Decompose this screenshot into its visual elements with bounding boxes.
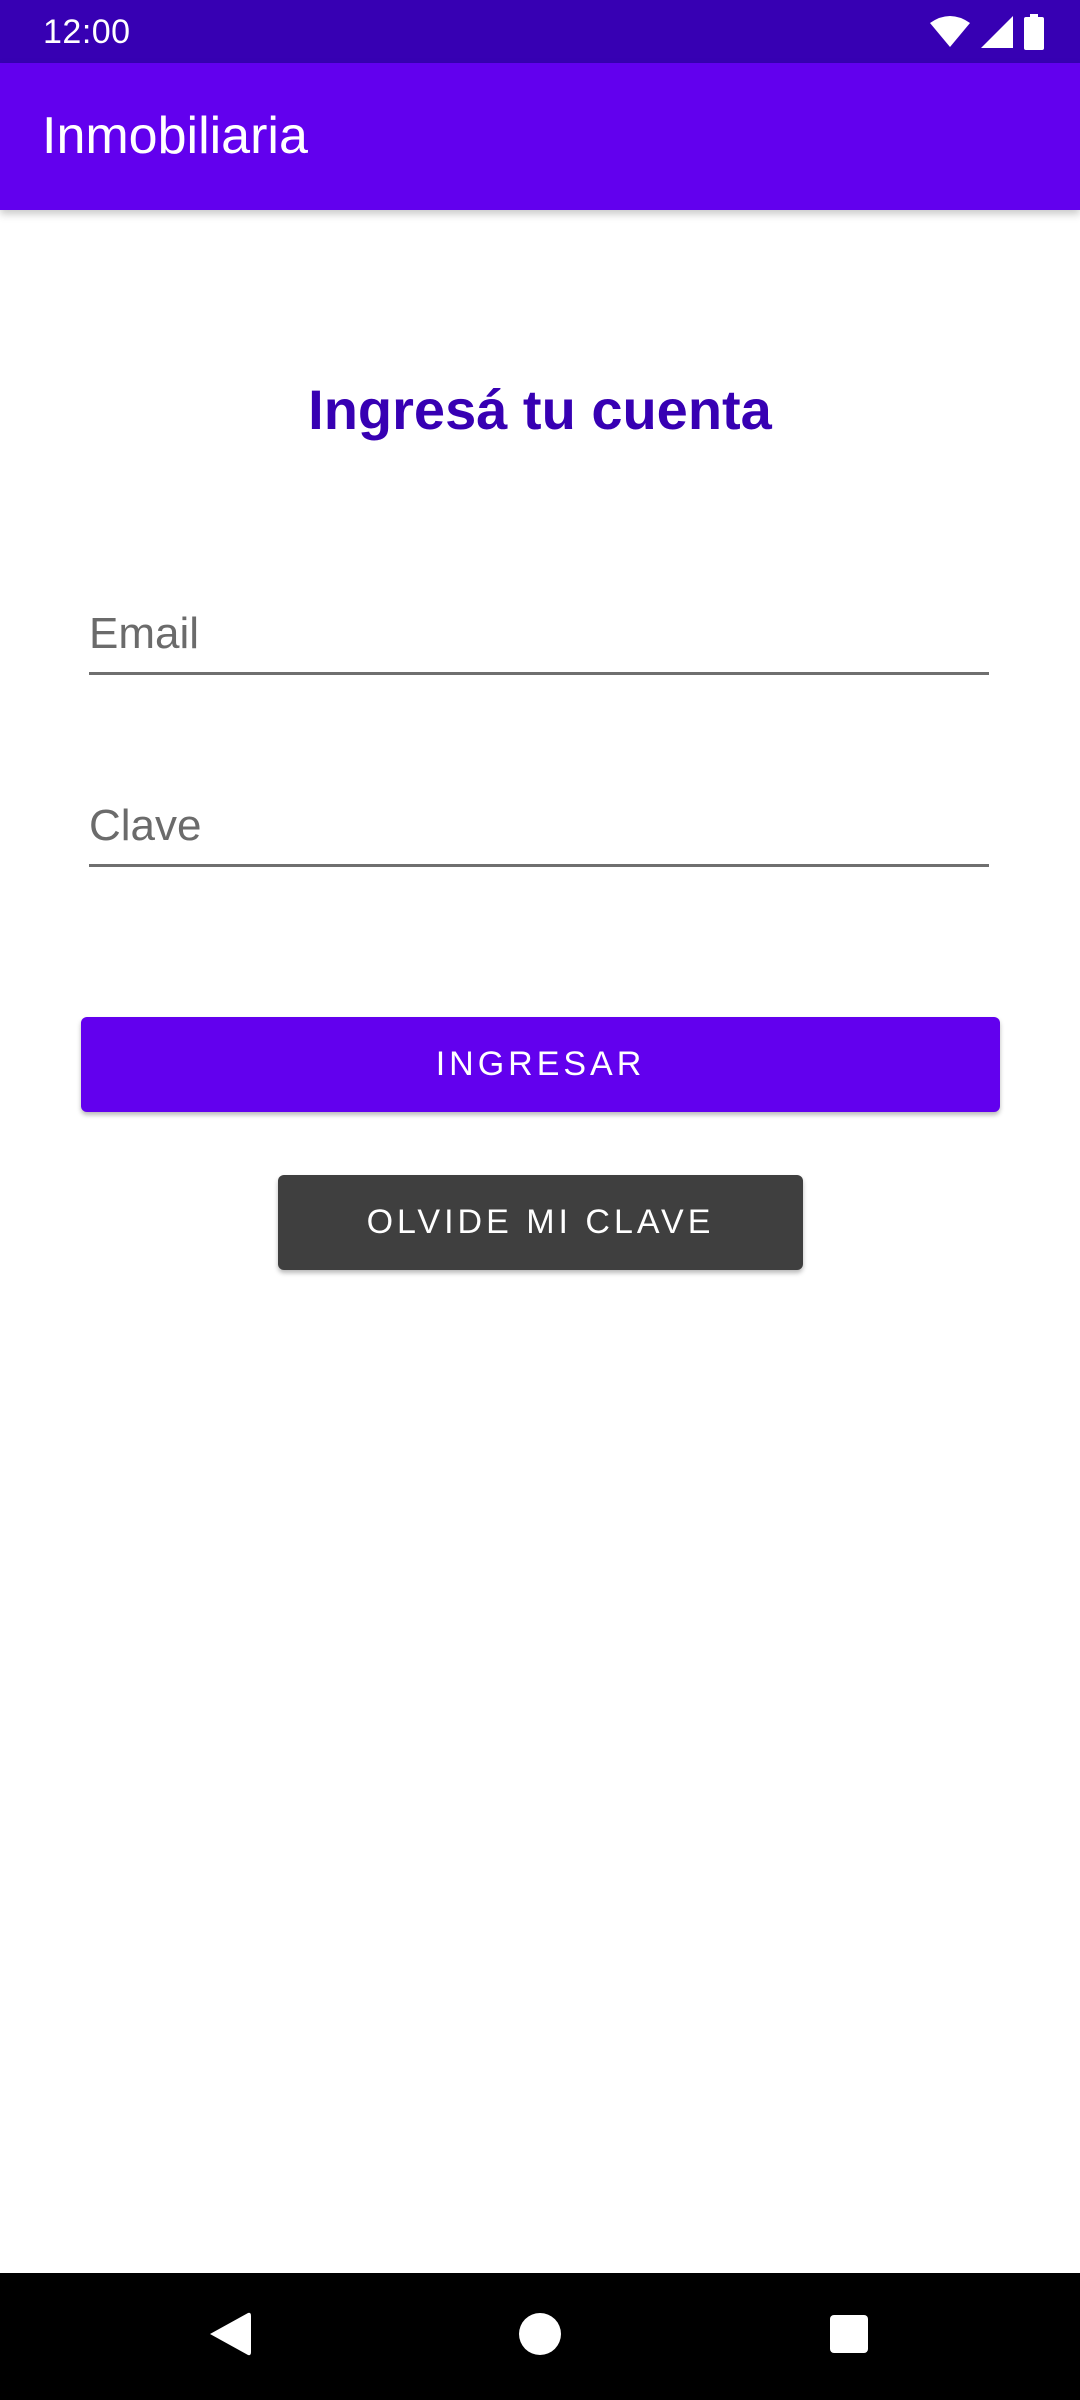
app-title: Inmobiliaria	[42, 107, 308, 165]
login-heading: Ingresá tu cuenta	[308, 378, 772, 441]
forgot-password-button[interactable]: OLVIDE MI CLAVE	[278, 1175, 803, 1270]
nav-home-button[interactable]	[507, 2303, 573, 2369]
email-field	[89, 592, 989, 675]
back-icon	[208, 2311, 252, 2362]
status-time: 12:00	[43, 13, 131, 51]
cell-signal-icon	[980, 15, 1014, 49]
status-icons	[930, 14, 1044, 50]
password-input[interactable]	[89, 798, 989, 854]
battery-icon	[1024, 14, 1044, 50]
app-bar: Inmobiliaria	[0, 63, 1080, 210]
login-button[interactable]: INGRESAR	[81, 1017, 1000, 1112]
nav-back-button[interactable]	[197, 2303, 263, 2369]
nav-recents-button[interactable]	[816, 2303, 882, 2369]
wifi-icon	[930, 16, 970, 48]
navigation-bar	[0, 2273, 1080, 2400]
home-icon	[518, 2312, 562, 2361]
recents-icon	[829, 2314, 869, 2359]
password-field	[89, 784, 989, 867]
email-input[interactable]	[89, 606, 989, 662]
status-bar: 12:00	[0, 0, 1080, 63]
